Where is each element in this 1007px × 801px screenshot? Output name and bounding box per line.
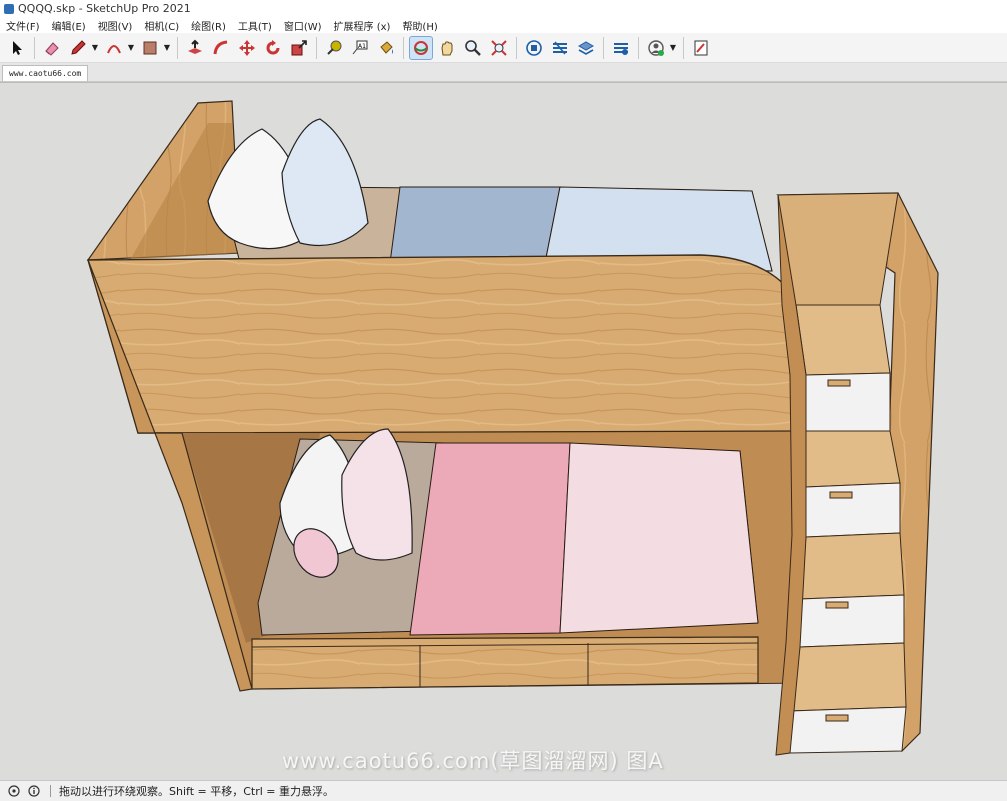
toolbar-separator [177,36,178,59]
extension-manager-icon[interactable] [610,37,632,59]
stair-drawer [789,706,907,754]
status-divider [50,785,51,797]
menu-draw[interactable]: 绘图(R) [185,18,232,33]
upper-front-rail [87,254,831,434]
toolbar-separator [683,36,684,59]
move-tool-icon[interactable] [236,37,258,59]
account-icon[interactable] [645,37,667,59]
text-tool-icon[interactable]: A1 [349,37,371,59]
menu-view[interactable]: 视图(V) [92,18,139,33]
scene-tab[interactable]: www.caotu66.com [2,65,89,81]
pencil-line-tool-icon[interactable] [67,37,89,59]
pan-tool-icon[interactable] [436,37,458,59]
arc-tool-dropdown-icon[interactable]: ▼ [127,37,135,59]
main-toolbar: ▼ ▼ ▼ A1 ▼ [0,33,1007,63]
menu-edit[interactable]: 编辑(E) [46,18,92,33]
upper-pillow-blue [281,118,369,247]
upper-blue-blanket [389,186,561,264]
toolbar-separator [403,36,404,59]
menu-extensions[interactable]: 扩展程序 (x) [328,18,397,33]
lower-pink-blanket [409,442,571,636]
toolbar-separator [316,36,317,59]
lower-light-blanket [559,442,759,634]
status-bar: 拖动以进行环绕观察。Shift = 平移，Ctrl = 重力悬浮。 [0,780,1007,801]
watermark-text: www.caotu66.com(草图溜溜网) 图A [282,749,664,773]
eraser-tool-icon[interactable] [41,37,63,59]
paint-bucket-tool-icon[interactable] [375,37,397,59]
push-pull-tool-icon[interactable] [184,37,206,59]
layout-send-icon[interactable] [690,37,712,59]
svg-text:A1: A1 [358,43,366,50]
zoom-extents-tool-icon[interactable] [488,37,510,59]
stair-drawer [805,482,901,538]
stair-drawer [799,594,905,648]
toolbar-separator [638,36,639,59]
shape-tool-dropdown-icon[interactable]: ▼ [163,37,171,59]
menu-help[interactable]: 帮助(H) [396,18,443,33]
scene-tab-bar: www.caotu66.com [0,63,1007,82]
tape-measure-tool-icon[interactable] [323,37,345,59]
arc-tool-icon[interactable] [103,37,125,59]
menu-window[interactable]: 窗口(W) [278,18,328,33]
scale-tool-icon[interactable] [288,37,310,59]
line-tool-dropdown-icon[interactable]: ▼ [91,37,99,59]
geolocation-icon[interactable] [8,785,20,797]
follow-me-tool-icon[interactable] [210,37,232,59]
menu-bar: 文件(F) 编辑(E) 视图(V) 相机(C) 绘图(R) 工具(T) 窗口(W… [0,17,1007,33]
toolbar-separator [603,36,604,59]
toolbar-separator [516,36,517,59]
window-title: QQQQ.skp - SketchUp Pro 2021 [18,2,191,15]
select-tool-icon[interactable] [6,37,28,59]
share-model-icon[interactable] [575,37,597,59]
sketchup-logo-icon [4,3,14,14]
toolbar-separator [34,36,35,59]
info-icon[interactable] [28,785,40,797]
account-dropdown-icon[interactable]: ▼ [669,37,677,59]
menu-tools[interactable]: 工具(T) [232,18,278,33]
3d-viewport[interactable] [0,82,1007,780]
menu-file[interactable]: 文件(F) [0,18,46,33]
title-bar: QQQQ.skp - SketchUp Pro 2021 [0,0,1007,17]
zoom-tool-icon[interactable] [462,37,484,59]
menu-camera[interactable]: 相机(C) [138,18,185,33]
rectangle-tool-icon[interactable] [139,37,161,59]
orbit-tool-icon[interactable] [409,35,433,60]
warehouse-models-icon[interactable] [523,37,545,59]
status-hint: 拖动以进行环绕观察。Shift = 平移，Ctrl = 重力悬浮。 [59,785,334,798]
bunk-bed-model [86,100,939,756]
rotate-tool-icon[interactable] [262,37,284,59]
extension-warehouse-icon[interactable] [549,37,571,59]
